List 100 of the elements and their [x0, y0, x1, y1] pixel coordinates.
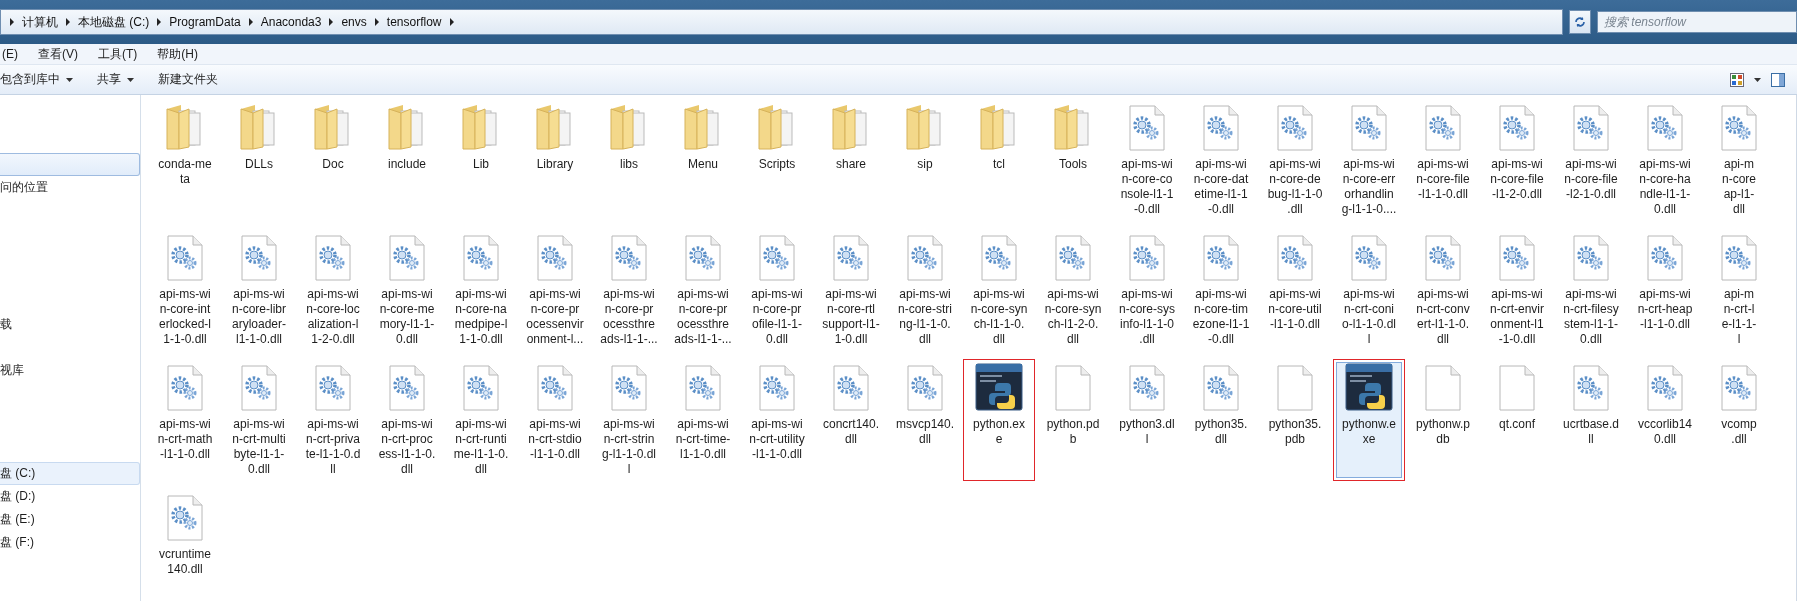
file-item[interactable]: api-ms-wi n-core-syn ch-l1-2-0. dll — [1037, 229, 1109, 351]
file-name: api-ms-wi n-core-loc alization-l 1-2-0.dll — [306, 287, 360, 347]
file-item[interactable]: ucrtbase.d ll — [1555, 359, 1627, 481]
file-item[interactable]: Library — [519, 99, 591, 221]
file-item[interactable]: api-ms-wi n-crt-proc ess-l1-1-0. dll — [371, 359, 443, 481]
file-item[interactable]: api-ms-wi n-crt-utility -l1-1-0.dll — [741, 359, 813, 481]
file-item[interactable]: pythonw.p db — [1407, 359, 1479, 481]
gear-document-icon — [1129, 105, 1165, 151]
file-item[interactable]: api-m n-core ap-l1- dll — [1703, 99, 1775, 221]
file-item[interactable]: share — [815, 99, 887, 221]
file-name: api-ms-wi n-core-tim ezone-l1-1 -0.dll — [1192, 287, 1250, 347]
file-item[interactable]: concrt140. dll — [815, 359, 887, 481]
file-item[interactable]: api-ms-wi n-core-libr aryloader- l1-1-0.dll — [223, 229, 295, 351]
nav-item[interactable]: 视库 — [0, 359, 140, 382]
menu-bar-entry[interactable]: 查看(V) — [36, 45, 80, 63]
menu-bar-entry[interactable]: 帮助(H) — [155, 45, 200, 63]
file-item[interactable]: api-ms-wi n-crt-stdio -l1-1-0.dll — [519, 359, 591, 481]
file-item[interactable]: api-ms-wi n-crt-runti me-l1-1-0. dll — [445, 359, 517, 481]
refresh-button[interactable] — [1569, 10, 1591, 34]
file-item[interactable]: api-ms-wi n-core-stri ng-l1-1-0. dll — [889, 229, 961, 351]
breadcrumb-item[interactable]: 本地磁盘 (C:) — [78, 13, 150, 31]
nav-item[interactable]: 问的位置 — [0, 176, 140, 199]
view-options-icon[interactable] — [1730, 72, 1744, 87]
menu-bar-entry[interactable]: (E) — [0, 47, 20, 61]
file-item[interactable]: conda-me ta — [149, 99, 221, 221]
breadcrumb-item[interactable]: tensorflow — [386, 15, 442, 29]
file-item[interactable]: api-ms-wi n-core-de bug-l1-1-0 .dll — [1259, 99, 1331, 221]
file-item[interactable]: pythonw.e xe — [1333, 359, 1405, 481]
file-item[interactable]: api-ms-wi n-crt-envir onment-l1 -1-0.dll — [1481, 229, 1553, 351]
toolbar-button[interactable]: 包含到库中 — [0, 68, 85, 91]
file-item[interactable]: Lib — [445, 99, 517, 221]
menu-bar-entry[interactable]: 工具(T) — [96, 45, 140, 63]
toolbar-button[interactable]: 新建文件夹 — [146, 68, 230, 91]
file-item[interactable]: python35. pdb — [1259, 359, 1331, 481]
file-item[interactable]: api-ms-wi n-core-pr ocessthre ads-l1-1-... — [667, 229, 739, 351]
nav-item[interactable]: 盘 (D:) — [0, 485, 140, 508]
file-item[interactable]: api-ms-wi n-core-file -l2-1-0.dll — [1555, 99, 1627, 221]
file-item[interactable]: api-ms-wi n-core-pr ocessenvir onment-l... — [519, 229, 591, 351]
file-item[interactable]: api-ms-wi n-core-co nsole-l1-1 -0.dll — [1111, 99, 1183, 221]
file-item[interactable]: libs — [593, 99, 665, 221]
file-item[interactable]: api-ms-wi n-core-ha ndle-l1-1- 0.dll — [1629, 99, 1701, 221]
file-name: python35. pdb — [1268, 417, 1322, 447]
file-item[interactable]: api-ms-wi n-crt-priva te-l1-1-0.d ll — [297, 359, 369, 481]
blank-document-icon — [1277, 365, 1313, 411]
file-item[interactable]: DLLs — [223, 99, 295, 221]
nav-item[interactable]: 载 — [0, 313, 140, 336]
gear-document-icon — [685, 235, 721, 281]
file-item[interactable]: api-ms-wi n-crt-coni o-l1-1-0.dl l — [1333, 229, 1405, 351]
file-item[interactable]: api-m n-crt-l e-l1-1- l — [1703, 229, 1775, 351]
file-item[interactable]: api-ms-wi n-core-file -l1-1-0.dll — [1407, 99, 1479, 221]
file-item[interactable]: python35. dll — [1185, 359, 1257, 481]
file-item[interactable]: api-ms-wi n-core-rtl support-l1- 1-0.dll — [815, 229, 887, 351]
file-item[interactable]: include — [371, 99, 443, 221]
file-item[interactable]: python.ex e — [963, 359, 1035, 481]
address-bar[interactable]: 计算机 本地磁盘 (C:) ProgramData Anaconda3 envs tensorflow — [0, 9, 1563, 35]
breadcrumb-item[interactable]: 计算机 — [22, 13, 58, 31]
file-item[interactable]: api-ms-wi n-core-pr ocessthre ads-l1-1-... — [593, 229, 665, 351]
breadcrumb-item[interactable]: envs — [341, 15, 367, 29]
file-item[interactable]: sip — [889, 99, 961, 221]
file-item[interactable]: api-ms-wi n-core-tim ezone-l1-1 -0.dll — [1185, 229, 1257, 351]
nav-item[interactable]: 盘 (C:) — [0, 462, 140, 485]
file-item[interactable]: api-ms-wi n-crt-conv ert-l1-1-0. dll — [1407, 229, 1479, 351]
search-field[interactable]: 搜索 tensorflow — [1597, 11, 1797, 33]
file-item[interactable]: api-ms-wi n-core-dat etime-l1-1 -0.dll — [1185, 99, 1257, 221]
file-item[interactable]: vccorlib14 0.dll — [1629, 359, 1701, 481]
file-item[interactable]: api-ms-wi n-core-na medpipe-l 1-1-0.dll — [445, 229, 517, 351]
breadcrumb-item[interactable]: Anaconda3 — [260, 15, 322, 29]
file-item[interactable]: api-ms-wi n-crt-heap -l1-1-0.dll — [1629, 229, 1701, 351]
file-name: api-m n-core ap-l1- dll — [1722, 157, 1756, 217]
nav-item[interactable]: 盘 (E:) — [0, 508, 140, 531]
file-item[interactable]: Tools — [1037, 99, 1109, 221]
file-item[interactable]: api-ms-wi n-core-loc alization-l 1-2-0.dll — [297, 229, 369, 351]
file-item[interactable]: api-ms-wi n-crt-time- l1-1-0.dll — [667, 359, 739, 481]
file-item[interactable]: api-ms-wi n-crt-filesy stem-l1-1- 0.dll — [1555, 229, 1627, 351]
file-item[interactable]: api-ms-wi n-core-util -l1-1-0.dll — [1259, 229, 1331, 351]
file-item[interactable]: tcl — [963, 99, 1035, 221]
file-item[interactable]: api-ms-wi n-core-int erlocked-l 1-1-0.dll — [149, 229, 221, 351]
file-item[interactable]: vcomp .dll — [1703, 359, 1775, 481]
file-item[interactable]: msvcp140. dll — [889, 359, 961, 481]
file-item[interactable]: python3.dl l — [1111, 359, 1183, 481]
file-item[interactable]: api-ms-wi n-core-syn ch-l1-1-0. dll — [963, 229, 1035, 351]
file-item[interactable]: api-ms-wi n-core-pr ofile-l1-1- 0.dll — [741, 229, 813, 351]
breadcrumb-item[interactable]: ProgramData — [169, 15, 241, 29]
file-item[interactable]: python.pd b — [1037, 359, 1109, 481]
toolbar-button[interactable]: 共享 — [85, 68, 146, 91]
file-item[interactable]: api-ms-wi n-crt-strin g-l1-1-0.dl l — [593, 359, 665, 481]
nav-item[interactable]: 盘 (F:) — [0, 531, 140, 554]
file-item[interactable]: api-ms-wi n-crt-math -l1-1-0.dll — [149, 359, 221, 481]
file-item[interactable]: Scripts — [741, 99, 813, 221]
preview-pane-icon[interactable] — [1771, 72, 1785, 87]
file-name: qt.conf — [1499, 417, 1535, 432]
file-item[interactable]: api-ms-wi n-core-file -l1-2-0.dll — [1481, 99, 1553, 221]
file-item[interactable]: vcruntime 140.dll — [149, 489, 221, 601]
file-item[interactable]: api-ms-wi n-core-me mory-l1-1- 0.dll — [371, 229, 443, 351]
file-item[interactable]: Menu — [667, 99, 739, 221]
file-item[interactable]: api-ms-wi n-core-err orhandlin g-l1-1-0.... — [1333, 99, 1405, 221]
file-item[interactable]: qt.conf — [1481, 359, 1553, 481]
file-item[interactable]: api-ms-wi n-core-sys info-l1-1-0 .dll — [1111, 229, 1183, 351]
file-item[interactable]: api-ms-wi n-crt-multi byte-l1-1- 0.dll — [223, 359, 295, 481]
file-item[interactable]: Doc — [297, 99, 369, 221]
